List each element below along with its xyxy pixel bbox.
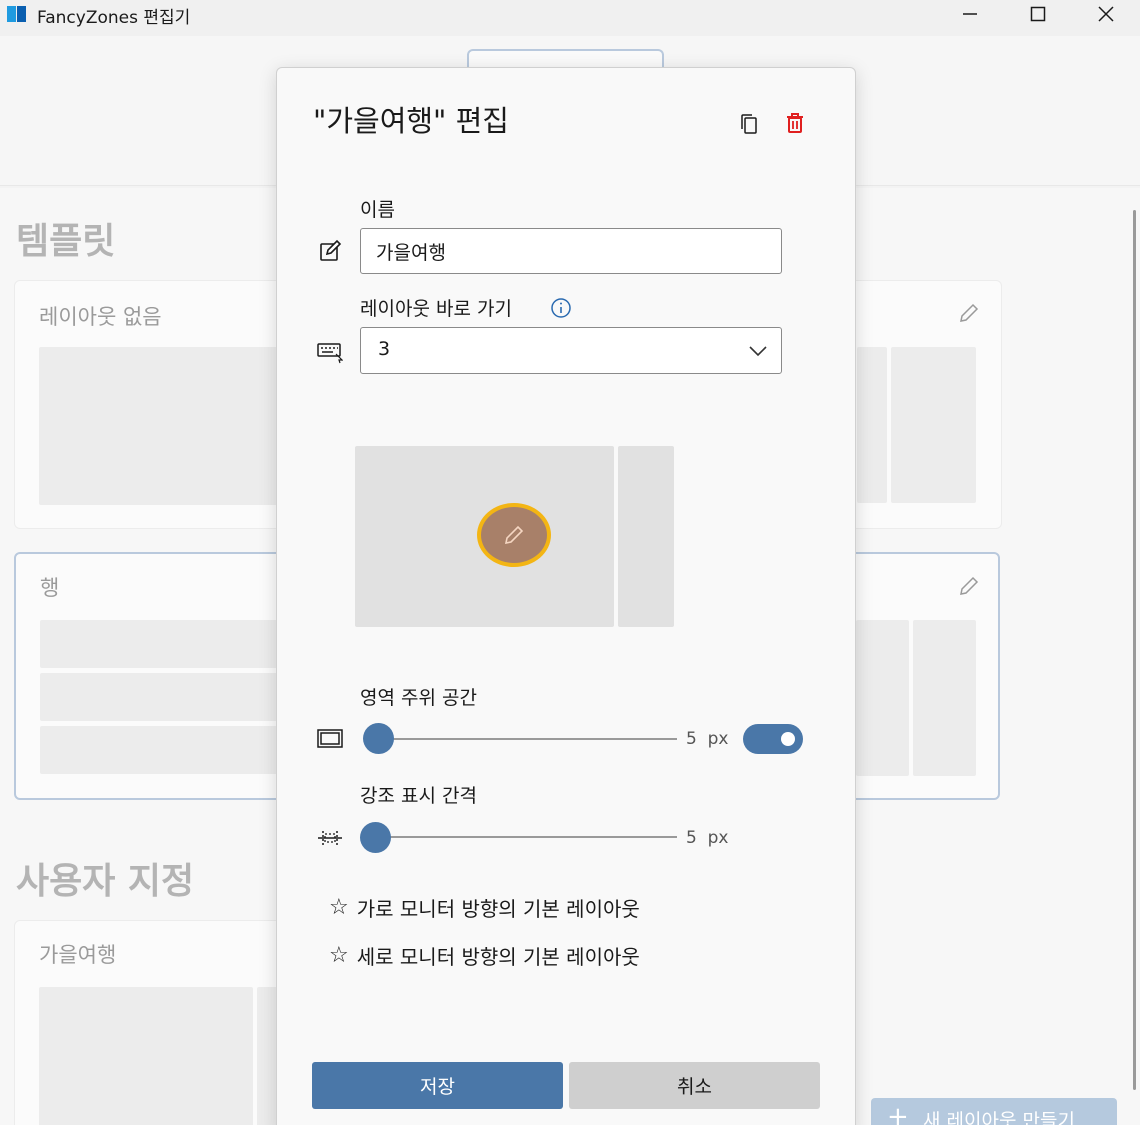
favorite-horizontal[interactable]: ☆ 가로 모니터 방향의 기본 레이아웃 <box>329 893 640 922</box>
card-label: 가을여행 <box>39 943 117 967</box>
zone-placeholder <box>857 347 887 503</box>
zone-placeholder <box>40 620 280 668</box>
zone-placeholder <box>40 673 280 721</box>
new-layout-button[interactable]: + 새 레이아웃 만들기 <box>871 1098 1117 1125</box>
maximize-button[interactable] <box>1005 0 1071 28</box>
app-icon <box>7 6 26 22</box>
highlight-slider-thumb[interactable] <box>360 822 391 853</box>
save-button[interactable]: 저장 <box>312 1062 563 1109</box>
zone-placeholder <box>856 620 909 776</box>
shortcut-select[interactable]: 3 <box>360 327 782 374</box>
delete-icon[interactable] <box>783 111 807 135</box>
favorite-horizontal-label: 가로 모니터 방향의 기본 레이아웃 <box>356 897 640 921</box>
card-label: 레이아웃 없음 <box>39 305 162 329</box>
spacing-icon <box>317 729 343 748</box>
highlight-label: 강조 표시 간격 <box>360 785 477 807</box>
star-icon: ☆ <box>329 943 349 968</box>
copy-icon[interactable] <box>737 112 761 136</box>
highlight-slider-track[interactable] <box>377 836 677 838</box>
pencil-icon[interactable] <box>957 574 981 598</box>
edit-layout-dialog: "가을여행" 편집 이름 가을여행 레이아웃 바로 가기 3 영역 주위 공간 … <box>276 67 856 1125</box>
rename-icon <box>320 239 342 261</box>
window-title: FancyZones 편집기 <box>37 8 191 28</box>
edit-zones-button[interactable] <box>477 503 551 567</box>
star-icon: ☆ <box>329 895 349 920</box>
favorite-vertical[interactable]: ☆ 세로 모니터 방향의 기본 레이아웃 <box>329 941 640 970</box>
info-icon[interactable] <box>550 297 572 319</box>
zone-placeholder <box>913 620 976 776</box>
shortcut-value: 3 <box>378 338 391 360</box>
maximize-icon <box>1030 6 1046 22</box>
minimize-icon <box>963 13 977 15</box>
zone-placeholder <box>40 726 280 774</box>
distance-icon <box>318 831 342 845</box>
favorite-vertical-label: 세로 모니터 방향의 기본 레이아웃 <box>356 945 640 969</box>
templates-heading: 템플릿 <box>16 221 116 262</box>
preview-zone <box>618 446 674 627</box>
cancel-button[interactable]: 취소 <box>569 1062 820 1109</box>
scrollbar[interactable] <box>1133 210 1136 1090</box>
minimize-button[interactable] <box>937 0 1003 28</box>
keyboard-icon <box>317 343 343 364</box>
spacing-slider-thumb[interactable] <box>363 723 394 754</box>
spacing-slider-track[interactable] <box>377 738 677 740</box>
card-custom-layout[interactable]: 가을여행 <box>14 920 314 1125</box>
zone-placeholder <box>39 347 279 505</box>
spacing-toggle[interactable] <box>743 724 803 754</box>
plus-icon: + <box>887 1102 909 1125</box>
name-label: 이름 <box>360 199 395 221</box>
new-layout-label: 새 레이아웃 만들기 <box>923 1110 1075 1125</box>
zone-placeholder <box>891 347 976 503</box>
spacing-label: 영역 주위 공간 <box>360 687 477 709</box>
chevron-down-icon <box>749 346 767 357</box>
custom-heading: 사용자 지정 <box>16 861 195 902</box>
pencil-icon <box>504 525 524 545</box>
zone-placeholder <box>39 987 253 1125</box>
dialog-title: "가을여행" 편집 <box>313 104 509 138</box>
name-input[interactable]: 가을여행 <box>360 228 782 274</box>
card-label: 행 <box>40 576 60 600</box>
title-bar: FancyZones 편집기 <box>0 0 1140 36</box>
toggle-knob <box>781 732 795 746</box>
close-icon <box>1098 6 1114 22</box>
close-button[interactable] <box>1073 0 1139 28</box>
pencil-icon[interactable] <box>957 301 981 325</box>
highlight-value: 5 px <box>686 828 729 848</box>
shortcut-label: 레이아웃 바로 가기 <box>360 298 512 320</box>
spacing-value: 5 px <box>686 729 729 749</box>
